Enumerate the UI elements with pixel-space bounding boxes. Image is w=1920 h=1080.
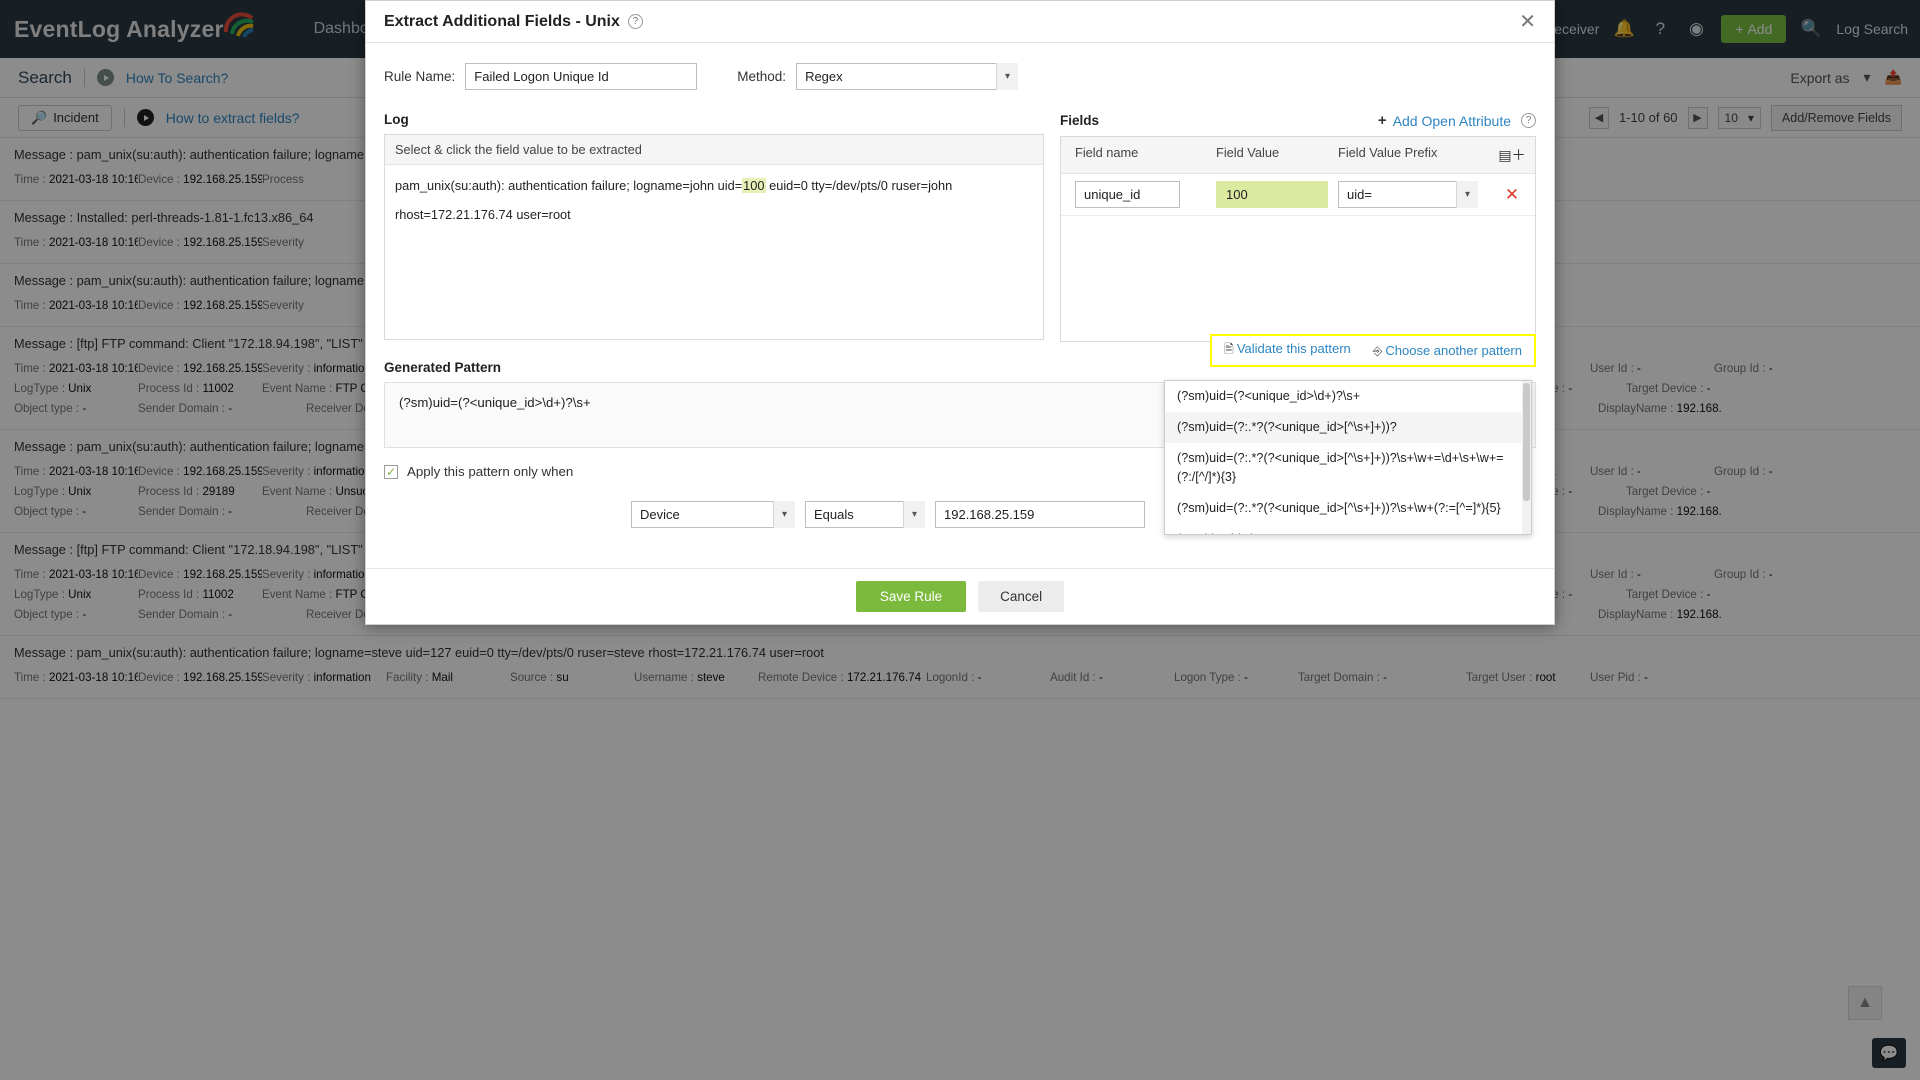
rule-name-label: Rule Name: — [384, 69, 455, 84]
fields-column: Fields + Add Open Attribute ? Field name… — [1060, 112, 1536, 342]
method-select-wrapper: Regex ▾ — [796, 63, 1018, 90]
column-header-field-value-prefix: Field Value Prefix — [1338, 145, 1489, 165]
fields-box: Field name Field Value Field Value Prefi… — [1060, 136, 1536, 342]
field-prefix-select[interactable]: uid= — [1338, 181, 1478, 208]
pattern-suggestions-dropdown[interactable]: (?sm)uid=(?<unique_id>\d+)?\s+ (?sm)uid=… — [1164, 380, 1532, 535]
fields-table-header: Field name Field Value Field Value Prefi… — [1061, 137, 1535, 174]
choose-another-pattern-link[interactable]: Choose another pattern — [1385, 343, 1522, 358]
add-open-attribute-link[interactable]: Add Open Attribute — [1393, 113, 1511, 129]
condition-operator-select[interactable]: Equals — [805, 501, 925, 528]
log-line2: rhost=172.21.176.74 user=root — [395, 207, 571, 222]
add-column-icon[interactable]: ▤＋ — [1489, 145, 1535, 165]
close-x-icon[interactable]: ✕ — [1505, 185, 1519, 204]
field-value-display: 100 — [1216, 181, 1328, 208]
delete-field-cell: ✕ — [1489, 185, 1535, 205]
table-row: 100 uid= ▾ ✕ — [1061, 174, 1535, 216]
log-highlighted-value[interactable]: 100 — [742, 178, 765, 193]
choose-pattern-group[interactable]: ⎆Choose another pattern — [1373, 342, 1522, 360]
dialog-title: Extract Additional Fields - Unix — [384, 13, 620, 31]
field-value-cell: 100 — [1216, 181, 1338, 208]
log-box: Select & click the field value to be ext… — [384, 134, 1044, 340]
suggestion-item[interactable]: (?sm)uid=(?:.*?(?<unique_id>[^\s+]+))? — [1165, 412, 1531, 443]
suggestion-item[interactable]: (?sm)uid=(?:.*?(?<unique_id>[^\s+]+))?\s… — [1165, 493, 1531, 524]
suggestion-item[interactable]: (?sm)uid=(?:.*?(?<unique_id>[^\s+]+))?\s… — [1165, 443, 1531, 493]
rule-name-input[interactable] — [465, 63, 697, 90]
field-value-prefix-cell: uid= ▾ — [1338, 181, 1489, 208]
cursor-icon: ⎆ — [1373, 344, 1383, 358]
plus-icon: + — [1378, 112, 1387, 129]
method-select[interactable]: Regex — [796, 63, 1018, 90]
log-content[interactable]: pam_unix(su:auth): authentication failur… — [385, 165, 1043, 235]
fields-section-title: Fields — [1060, 113, 1099, 128]
condition-field-wrapper: Device ▾ — [631, 501, 795, 528]
question-circle-icon[interactable]: ? — [628, 14, 643, 29]
condition-operator-wrapper: Equals ▾ — [805, 501, 925, 528]
field-prefix-select-wrapper: uid= ▾ — [1338, 181, 1478, 208]
dialog-body: Rule Name: Method: Regex ▾ Log Select & … — [366, 43, 1554, 528]
extract-additional-fields-dialog: Extract Additional Fields - Unix ? ✕ Rul… — [365, 0, 1555, 625]
question-circle-icon[interactable]: ? — [1521, 113, 1536, 128]
condition-field-select[interactable]: Device — [631, 501, 795, 528]
rule-name-row: Rule Name: Method: Regex ▾ — [384, 63, 1536, 90]
log-line1-after: euid=0 tty=/dev/pts/0 ruser=john — [766, 178, 953, 193]
suggestion-item[interactable]: (?sm)uid=(?<unique_id>\d+)?\s+ — [1165, 381, 1531, 412]
pattern-actions-highlight: 🖹Validate this pattern ⎆Choose another p… — [1210, 334, 1536, 367]
validate-icon: 🖹 — [1224, 342, 1234, 356]
validate-pattern-group[interactable]: 🖹Validate this pattern — [1224, 340, 1351, 361]
condition-value-input[interactable] — [935, 501, 1145, 528]
field-name-input[interactable] — [1075, 181, 1180, 208]
field-name-cell — [1061, 181, 1216, 208]
suggestion-item[interactable]: (?sm)(?:uid=(? — [1165, 524, 1531, 535]
log-hint: Select & click the field value to be ext… — [385, 135, 1043, 165]
log-section-title: Log — [384, 112, 1044, 127]
close-icon[interactable]: ✕ — [1519, 12, 1536, 32]
log-and-fields-columns: Log Select & click the field value to be… — [384, 112, 1536, 342]
apply-pattern-label: Apply this pattern only when — [407, 464, 573, 479]
log-line1-before: pam_unix(su:auth): authentication failur… — [395, 178, 742, 193]
log-column: Log Select & click the field value to be… — [384, 112, 1044, 342]
scrollbar-thumb[interactable] — [1523, 383, 1530, 501]
dialog-header: Extract Additional Fields - Unix ? ✕ — [366, 1, 1554, 43]
add-open-attribute-group: + Add Open Attribute ? — [1378, 112, 1536, 129]
fields-header-row: Fields + Add Open Attribute ? — [1060, 112, 1536, 129]
column-header-field-name: Field name — [1061, 145, 1216, 165]
validate-this-pattern-link[interactable]: Validate this pattern — [1237, 341, 1351, 356]
column-header-field-value: Field Value — [1216, 145, 1338, 165]
dialog-footer: Save Rule Cancel — [366, 568, 1554, 624]
save-rule-button[interactable]: Save Rule — [856, 581, 966, 612]
suggestions-scrollbar[interactable] — [1522, 381, 1531, 534]
method-label: Method: — [737, 69, 786, 84]
cancel-button[interactable]: Cancel — [978, 581, 1064, 612]
apply-pattern-checkbox[interactable]: ✓ — [384, 465, 398, 479]
generated-pattern-section: Generated Pattern 🖹Validate this pattern… — [384, 360, 1536, 448]
